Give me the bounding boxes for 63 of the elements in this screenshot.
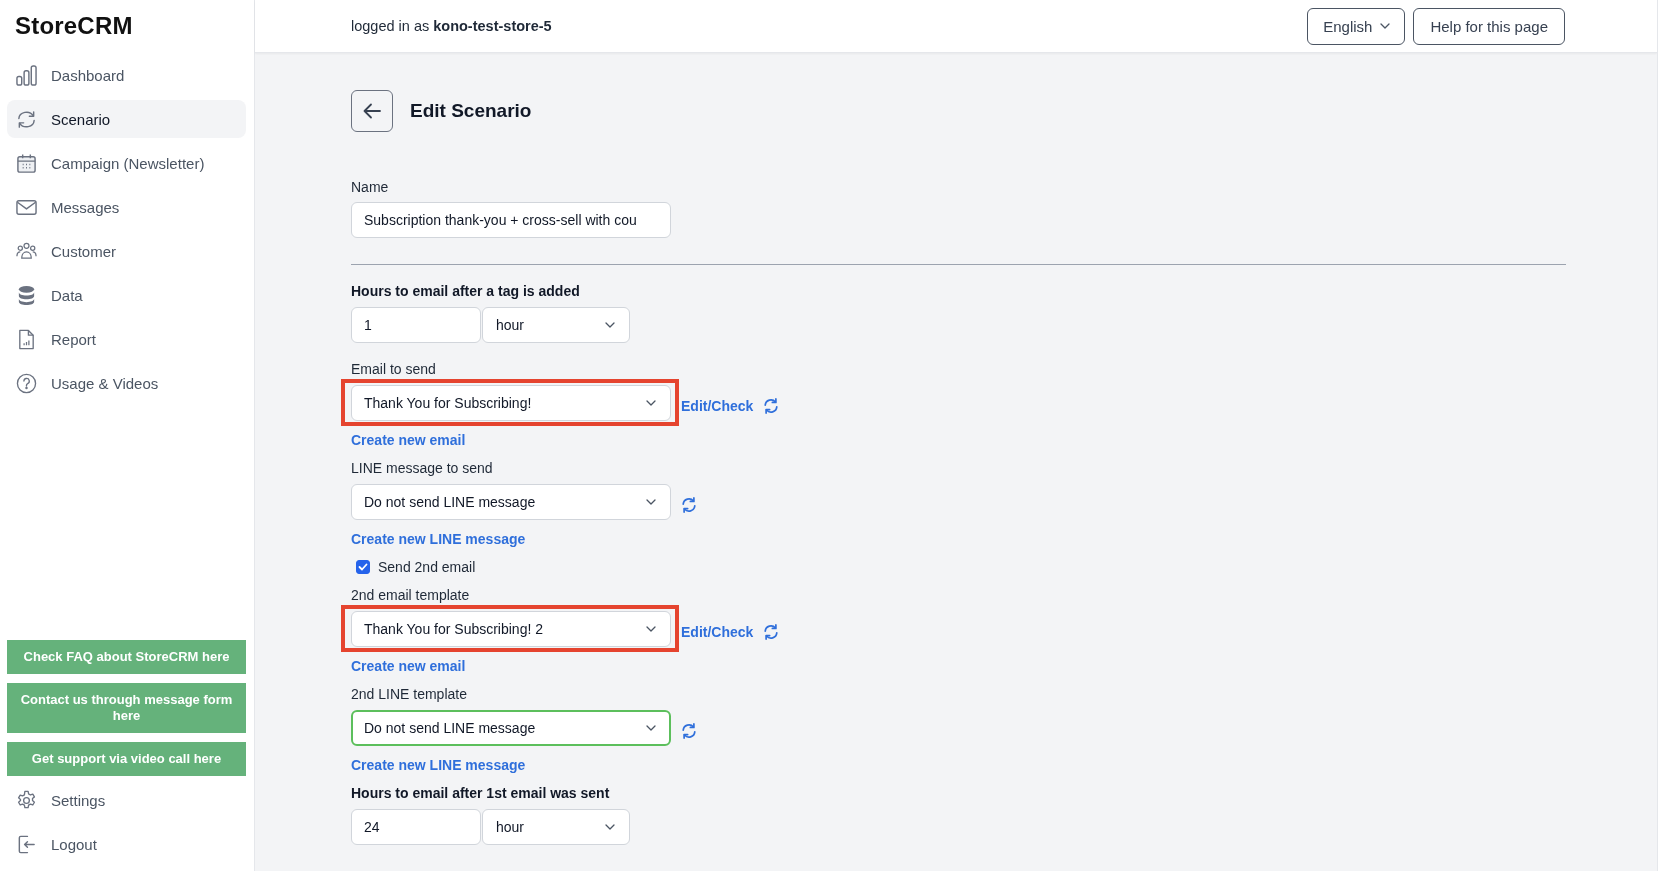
refresh-icon[interactable] xyxy=(763,398,780,414)
page-title: Edit Scenario xyxy=(410,99,532,123)
settings-icon xyxy=(16,789,37,811)
template-dropdown[interactable]: Thank You for Subscribing! 2 xyxy=(351,611,671,647)
sidebar-item[interactable]: Messages xyxy=(7,188,246,226)
chevron-down-icon xyxy=(605,322,615,328)
field-label: LINE message to send xyxy=(351,459,493,478)
sidebar-item[interactable]: Campaign (Newsletter) xyxy=(7,144,246,182)
field-label: 2nd email template xyxy=(351,586,470,605)
sidebar-item[interactable]: Customer xyxy=(7,232,246,270)
field-label: 2nd LINE template xyxy=(351,685,467,704)
people-icon xyxy=(16,240,37,262)
create-link[interactable]: Create new email xyxy=(351,656,466,676)
sidebar-item[interactable]: Scenario xyxy=(7,100,246,138)
help-button[interactable]: Help for this page xyxy=(1413,7,1565,45)
create-link[interactable]: Create new LINE message xyxy=(351,755,526,775)
login-status-text: logged in as kono-test-store-5 xyxy=(351,18,552,34)
document-chart-icon xyxy=(16,328,37,350)
sidebar-item[interactable]: Dashboard xyxy=(7,56,246,94)
sidebar-item[interactable]: Usage & Videos xyxy=(7,364,246,402)
checkbox-label: Send 2nd email xyxy=(378,558,476,577)
chevron-down-icon xyxy=(1380,23,1391,29)
template-dropdown[interactable]: Thank You for Subscribing! xyxy=(351,385,671,421)
calendar-icon xyxy=(16,152,37,174)
chevron-down-icon xyxy=(646,499,656,505)
arrow-left-icon xyxy=(363,103,381,119)
back-button[interactable] xyxy=(351,90,393,132)
logout-icon xyxy=(16,833,37,855)
scrollbar-track[interactable] xyxy=(1657,0,1667,871)
number-field[interactable]: 24 xyxy=(351,809,481,845)
language-dropdown[interactable]: English xyxy=(1307,7,1406,45)
chevron-down-icon xyxy=(646,725,656,731)
name-field[interactable]: Subscription thank-you + cross-sell with cou xyxy=(351,202,671,238)
field-label: Hours to email after a tag is added xyxy=(351,282,580,301)
sidebar-item[interactable]: Logout xyxy=(7,825,246,863)
chevron-down-icon xyxy=(646,626,656,632)
checkbox[interactable] xyxy=(356,560,370,574)
field-label: Email to send xyxy=(351,360,436,379)
unit-dropdown[interactable]: hour xyxy=(482,809,630,845)
template-dropdown[interactable]: Do not send LINE message xyxy=(351,710,671,746)
sidebar-item[interactable]: Data xyxy=(7,276,246,314)
logo: StoreCRM xyxy=(15,11,133,41)
bar-chart-icon xyxy=(16,64,37,86)
question-circle-icon xyxy=(16,372,37,394)
refresh-icon[interactable] xyxy=(681,497,697,513)
sidebar-item[interactable]: Settings xyxy=(7,781,246,819)
edit-check-link[interactable]: Edit/Check xyxy=(681,622,754,642)
refresh-icon[interactable] xyxy=(681,723,697,739)
create-link[interactable]: Create new LINE message xyxy=(351,529,526,549)
field-label: Hours to email after 1st email was sent xyxy=(351,784,610,803)
field-label: Name xyxy=(351,178,389,197)
unit-dropdown[interactable]: hour xyxy=(482,307,630,343)
chevron-down-icon xyxy=(646,400,656,406)
template-dropdown[interactable]: Do not send LINE message xyxy=(351,484,671,520)
database-icon xyxy=(16,284,37,306)
number-field[interactable]: 1 xyxy=(351,307,481,343)
create-link[interactable]: Create new email xyxy=(351,430,466,450)
chevron-down-icon xyxy=(605,824,615,830)
edit-check-link[interactable]: Edit/Check xyxy=(681,396,754,416)
checkmark-icon xyxy=(358,563,368,571)
arrows-cycle-icon xyxy=(16,108,37,130)
sidebar-item[interactable]: Report xyxy=(7,320,246,358)
refresh-icon[interactable] xyxy=(763,624,780,640)
